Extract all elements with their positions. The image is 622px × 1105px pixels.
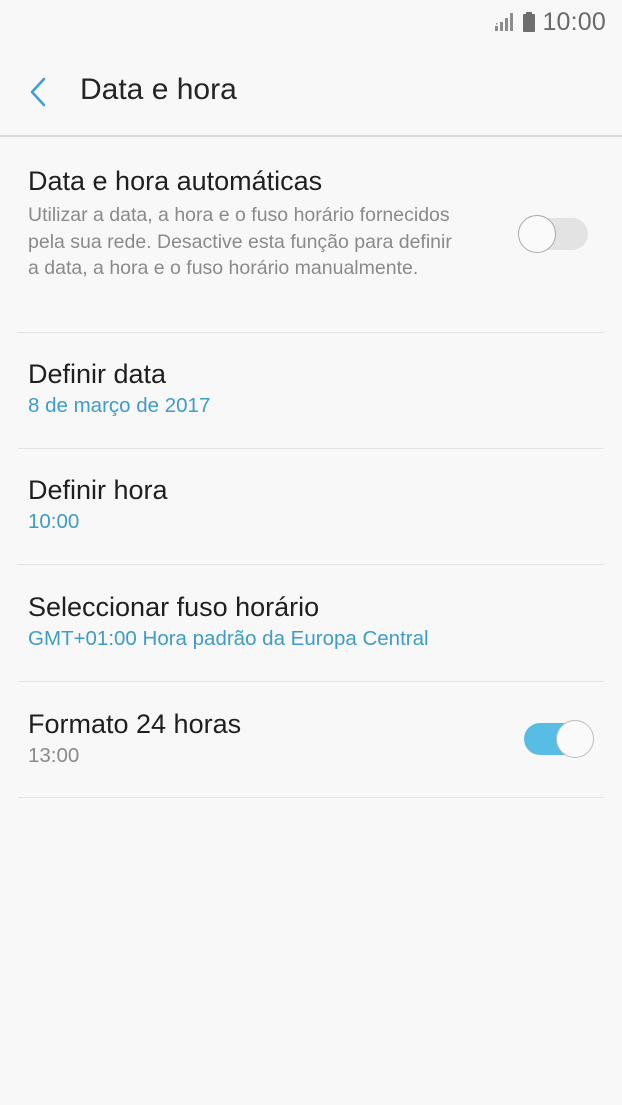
auto-datetime-item[interactable]: Data e hora automáticas Utilizar a data,… <box>18 138 604 333</box>
time-zone-value: GMT+01:00 Hora padrão da Europa Central <box>28 627 429 650</box>
format-24h-toggle[interactable] <box>524 720 594 758</box>
toggle-knob <box>556 720 594 758</box>
status-time: 10:00 <box>542 7 606 36</box>
settings-list: Data e hora automáticas Utilizar a data,… <box>0 138 622 798</box>
set-date-item[interactable]: Definir data 8 de março de 2017 <box>18 333 604 449</box>
format-24h-title: Formato 24 horas <box>28 709 242 739</box>
auto-datetime-description: Utilizar a data, a hora e o fuso horário… <box>28 204 452 279</box>
format-24h-item[interactable]: Formato 24 horas 13:00 <box>18 682 604 798</box>
format-24h-example: 13:00 <box>28 744 80 767</box>
auto-datetime-toggle[interactable] <box>518 215 588 253</box>
back-button[interactable] <box>18 72 58 112</box>
time-zone-item[interactable]: Seleccionar fuso horário GMT+01:00 Hora … <box>18 565 604 682</box>
page-title: Data e hora <box>80 73 237 106</box>
set-date-title: Definir data <box>28 359 167 389</box>
app-bar: Data e hora <box>0 44 622 137</box>
toggle-knob <box>518 215 556 253</box>
auto-datetime-title: Data e hora automáticas <box>28 166 323 196</box>
set-time-item[interactable]: Definir hora 10:00 <box>18 449 604 565</box>
time-zone-title: Seleccionar fuso horário <box>28 592 320 622</box>
set-date-value: 8 de março de 2017 <box>28 394 211 417</box>
status-icons: 10:00 <box>494 8 606 36</box>
signal-icon <box>495 13 514 31</box>
status-bar: 10:00 <box>0 0 622 44</box>
chevron-left-icon <box>30 77 46 107</box>
battery-icon <box>523 12 536 32</box>
set-time-value: 10:00 <box>28 510 80 533</box>
set-time-title: Definir hora <box>28 475 168 505</box>
